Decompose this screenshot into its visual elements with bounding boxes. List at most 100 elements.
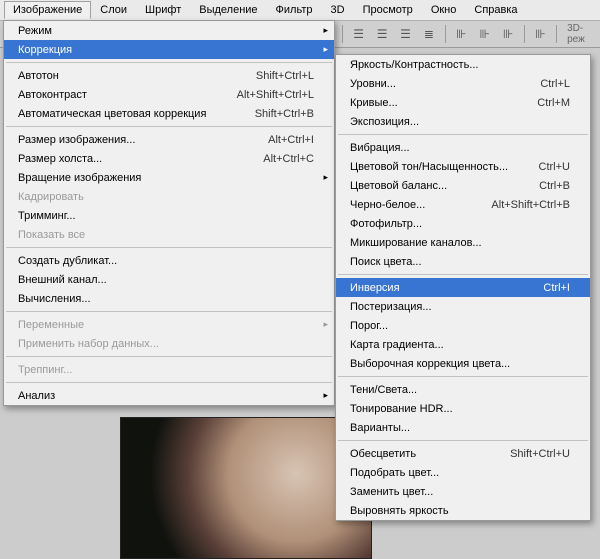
menu-separator [6,356,332,357]
menu-3d[interactable]: 3D [322,1,354,19]
align-icon[interactable]: ☰ [396,24,415,44]
menu-item-label: Микширование каналов... [350,237,570,249]
correction-menu-item[interactable]: Заменить цвет... [336,482,590,501]
menu-item-label: Треппинг... [18,364,314,376]
menu-image[interactable]: Изображение [4,1,91,19]
menu-window[interactable]: Окно [422,1,466,19]
menu-item-label: Фотофильтр... [350,218,570,230]
menu-item-label: Создать дубликат... [18,255,314,267]
dist-icon[interactable]: ⊪ [531,24,550,44]
correction-menu-item[interactable]: Кривые...Ctrl+M [336,93,590,112]
image-menu-item[interactable]: АвтоконтрастAlt+Shift+Ctrl+L [4,85,334,104]
correction-menu-item[interactable]: Уровни...Ctrl+L [336,74,590,93]
menu-help[interactable]: Справка [465,1,526,19]
image-menu-item[interactable]: АвтотонShift+Ctrl+L [4,66,334,85]
align-icon[interactable]: ☰ [349,24,368,44]
correction-menu-item[interactable]: Варианты... [336,418,590,437]
correction-menu-item[interactable]: Подобрать цвет... [336,463,590,482]
dist-icon[interactable]: ⊪ [475,24,494,44]
menu-item-label: Вращение изображения [18,172,314,184]
correction-menu-item[interactable]: Вибрация... [336,138,590,157]
submenu-arrow-icon: ▸ [323,25,328,36]
menu-item-label: Режим [18,25,314,37]
image-menu-item[interactable]: Анализ▸ [4,386,334,405]
menu-item-label: Анализ [18,390,314,402]
toolbar-sep [524,25,525,43]
menu-item-label: Кривые... [350,97,537,109]
menu-item-label: Размер изображения... [18,134,268,146]
correction-menu-item[interactable]: Яркость/Контрастность... [336,55,590,74]
align-icon[interactable]: ☰ [372,24,391,44]
toolbar-sep [556,25,557,43]
menu-item-label: Вибрация... [350,142,570,154]
menu-item-label: Поиск цвета... [350,256,570,268]
menu-item-label: Яркость/Контрастность... [350,59,570,71]
correction-menu-item[interactable]: Тонирование HDR... [336,399,590,418]
menu-item-label: Автотон [18,70,256,82]
menu-item-label: Уровни... [350,78,540,90]
image-menu-item: Переменные▸ [4,315,334,334]
menu-item-label: Размер холста... [18,153,263,165]
correction-menu-item[interactable]: Выборочная коррекция цвета... [336,354,590,373]
image-menu-item[interactable]: Создать дубликат... [4,251,334,270]
image-menu-item[interactable]: Коррекция▸ [4,40,334,59]
menu-item-label: Переменные [18,319,314,331]
mode-3d-label[interactable]: 3D-реж [567,23,600,45]
menu-item-label: Автоматическая цветовая коррекция [18,108,255,120]
menu-item-label: Показать все [18,229,314,241]
image-menu-item[interactable]: Тримминг... [4,206,334,225]
correction-menu-item[interactable]: Черно-белое...Alt+Shift+Ctrl+B [336,195,590,214]
image-menu-item[interactable]: Вычисления... [4,289,334,308]
correction-menu-item[interactable]: ОбесцветитьShift+Ctrl+U [336,444,590,463]
image-menu-item[interactable]: Вращение изображения ▸ [4,168,334,187]
correction-menu-item[interactable]: Карта градиента... [336,335,590,354]
menu-separator [338,376,588,377]
menu-view[interactable]: Просмотр [354,1,422,19]
menu-item-label: Черно-белое... [350,199,491,211]
correction-menu-item[interactable]: Экспозиция... [336,112,590,131]
submenu-arrow-icon: ▸ [323,172,328,183]
correction-menu-item[interactable]: Выровнять яркость [336,501,590,520]
menu-item-label: Заменить цвет... [350,486,570,498]
menu-item-shortcut: Shift+Ctrl+U [510,448,570,460]
image-menu-item[interactable]: Размер холста...Alt+Ctrl+C [4,149,334,168]
menu-separator [338,134,588,135]
menu-separator [6,247,332,248]
image-menu-item[interactable]: Размер изображения...Alt+Ctrl+I [4,130,334,149]
dist-icon[interactable]: ⊪ [452,24,471,44]
menu-item-label: Порог... [350,320,570,332]
toolbar-sep [342,25,343,43]
menu-item-label: Коррекция [18,44,314,56]
menu-separator [6,311,332,312]
image-menu-item[interactable]: Режим ▸ [4,21,334,40]
correction-menu-item[interactable]: Цветовой тон/Насыщенность...Ctrl+U [336,157,590,176]
align-icon[interactable]: ≣ [419,24,438,44]
correction-menu-item[interactable]: ИнверсияCtrl+I [336,278,590,297]
image-menu-item[interactable]: Автоматическая цветовая коррекцияShift+C… [4,104,334,123]
menu-item-shortcut: Shift+Ctrl+B [255,108,314,120]
menu-filter[interactable]: Фильтр [267,1,322,19]
correction-menu-item[interactable]: Постеризация... [336,297,590,316]
menu-item-label: Обесцветить [350,448,510,460]
correction-menu-item[interactable]: Поиск цвета... [336,252,590,271]
menu-layers[interactable]: Слои [91,1,136,19]
menu-separator [6,382,332,383]
correction-menu-item[interactable]: Цветовой баланс...Ctrl+B [336,176,590,195]
menu-select[interactable]: Выделение [190,1,266,19]
menu-separator [6,62,332,63]
menu-item-label: Экспозиция... [350,116,570,128]
dist-icon[interactable]: ⊪ [498,24,517,44]
correction-menu-item[interactable]: Фотофильтр... [336,214,590,233]
dropdown-correction: Яркость/Контрастность...Уровни...Ctrl+LК… [335,54,591,521]
menu-item-label: Постеризация... [350,301,570,313]
menu-item-label: Автоконтраст [18,89,237,101]
image-menu-item[interactable]: Внешний канал... [4,270,334,289]
menu-item-label: Тримминг... [18,210,314,222]
menu-item-label: Внешний канал... [18,274,314,286]
correction-menu-item[interactable]: Порог... [336,316,590,335]
menu-item-label: Выборочная коррекция цвета... [350,358,570,370]
menu-item-label: Варианты... [350,422,570,434]
correction-menu-item[interactable]: Микширование каналов... [336,233,590,252]
correction-menu-item[interactable]: Тени/Света... [336,380,590,399]
menu-type[interactable]: Шрифт [136,1,190,19]
